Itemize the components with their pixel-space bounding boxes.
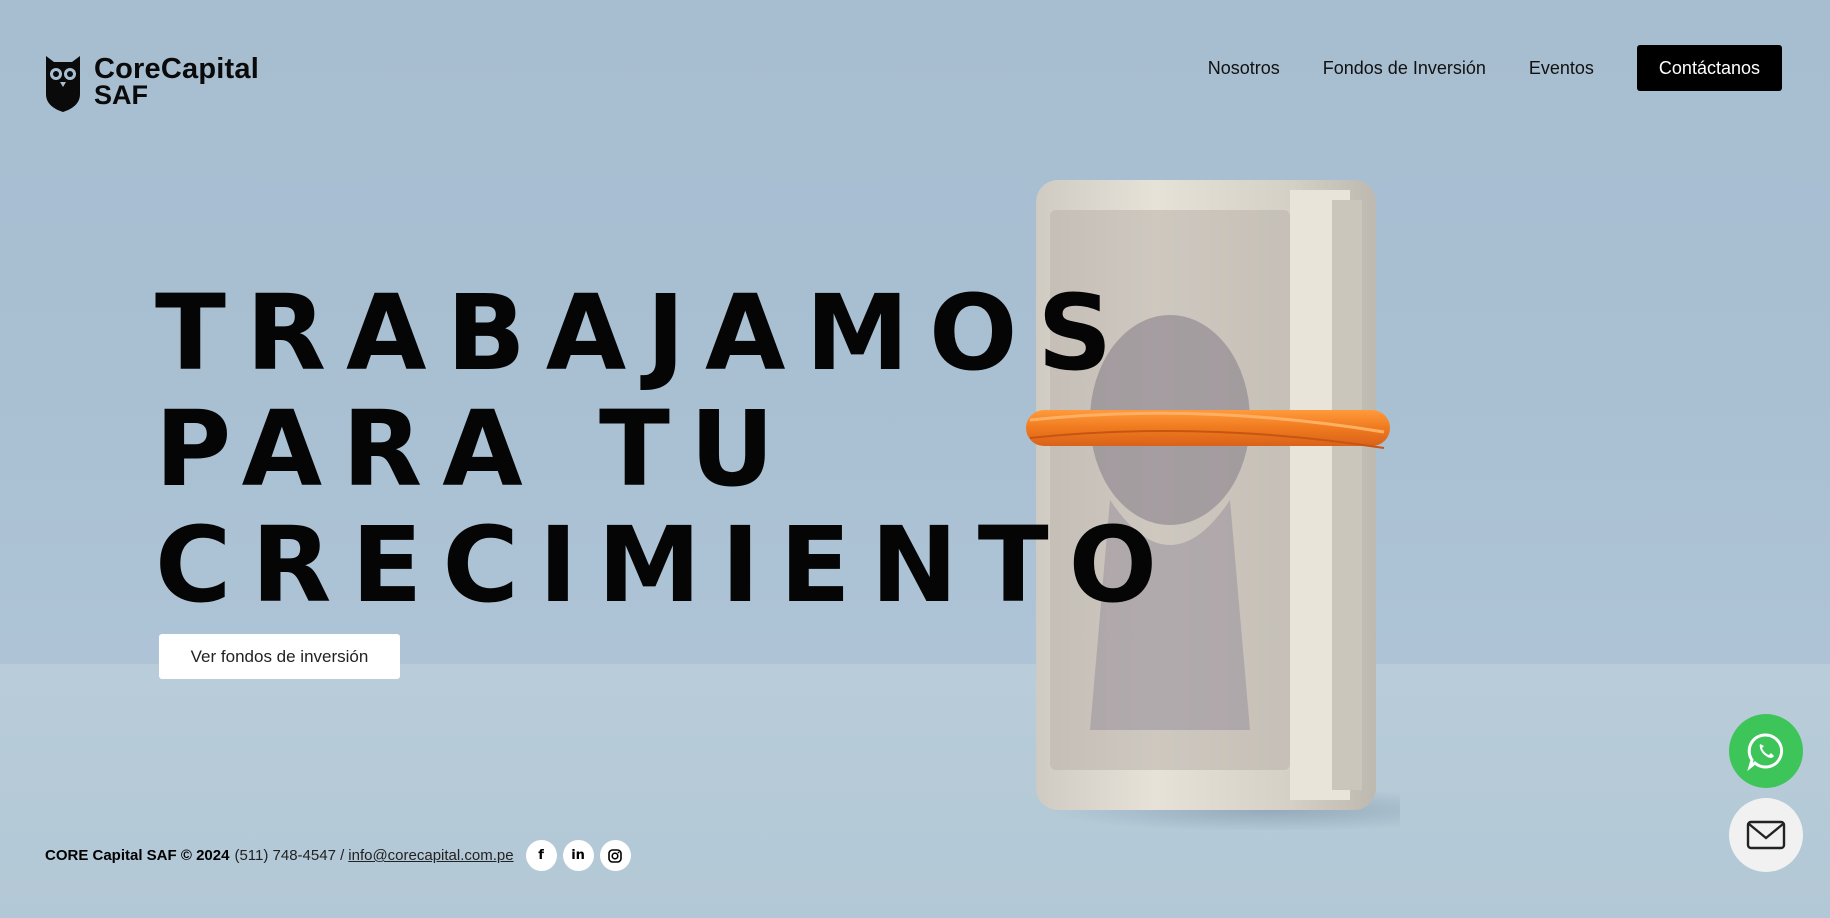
hero-title: TRABAJAMOS PARA TU CRECIMIENTO xyxy=(155,275,1177,623)
mail-icon xyxy=(1746,820,1786,850)
linkedin-icon[interactable]: in xyxy=(562,840,594,871)
logo[interactable]: CoreCapital SAF xyxy=(44,52,259,112)
whatsapp-button[interactable] xyxy=(1729,714,1803,788)
nav-link-fondos[interactable]: Fondos de Inversión xyxy=(1323,58,1486,79)
footer: CORE Capital SAF © 2024 (511) 748-4547 /… xyxy=(45,840,637,871)
nav-link-eventos[interactable]: Eventos xyxy=(1529,58,1594,79)
main-nav: Nosotros Fondos de Inversión Eventos Con… xyxy=(1165,45,1782,91)
hero-title-line: CRECIMIENTO xyxy=(155,504,1178,626)
logo-suffix: SAF xyxy=(94,80,148,110)
footer-phone: (511) 748-4547 / xyxy=(234,847,345,864)
nav-link-nosotros[interactable]: Nosotros xyxy=(1208,58,1280,79)
contact-button[interactable]: Contáctanos xyxy=(1636,45,1782,91)
hero-background-floor xyxy=(0,664,1830,918)
instagram-icon[interactable] xyxy=(599,840,631,871)
whatsapp-icon xyxy=(1747,733,1784,771)
facebook-icon[interactable]: f xyxy=(525,840,557,871)
email-button[interactable] xyxy=(1729,798,1803,872)
view-funds-button[interactable]: Ver fondos de inversión xyxy=(159,634,400,679)
footer-email-link[interactable]: info@corecapital.com.pe xyxy=(348,847,513,864)
footer-company: CORE Capital SAF © 2024 xyxy=(45,847,230,864)
hero-title-line: TRABAJAMOS xyxy=(155,272,1133,394)
social-links: f in xyxy=(525,840,637,871)
logo-name: CoreCapital xyxy=(94,53,259,85)
owl-logo-icon xyxy=(46,56,80,112)
hero-title-line: PARA TU xyxy=(155,388,795,510)
